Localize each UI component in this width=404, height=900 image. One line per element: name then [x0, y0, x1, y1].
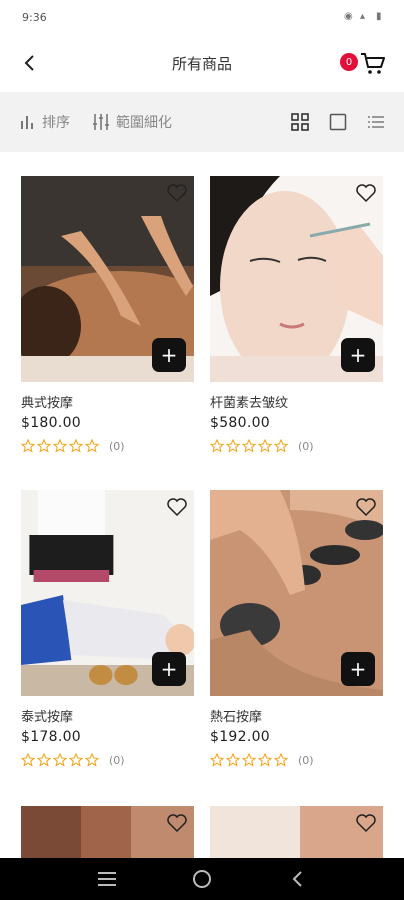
square-icon — [329, 113, 347, 131]
review-count: (0) — [109, 439, 125, 453]
product-rating: (0) — [210, 439, 383, 453]
page-title: 所有商品 — [171, 54, 232, 73]
star-outline-icon — [37, 753, 51, 767]
product-image[interactable]: + — [210, 490, 383, 696]
product-rating: (0) — [21, 753, 194, 767]
product-card[interactable]: + 熱石按摩 $192.00 (0) — [210, 490, 383, 767]
system-nav-bar — [0, 858, 404, 900]
star-outline-icon — [210, 753, 224, 767]
product-rating: (0) — [21, 439, 194, 453]
back-button[interactable] — [18, 50, 42, 76]
wifi-icon: ◉ — [344, 11, 353, 22]
heart-icon[interactable] — [166, 812, 188, 834]
cart-count-badge: 0 — [340, 53, 358, 71]
star-outline-icon — [21, 753, 35, 767]
battery-icon: ▮ — [376, 11, 382, 22]
star-outline-icon — [274, 439, 288, 453]
signal-icon: ▴ — [360, 11, 366, 22]
star-outline-icon — [274, 753, 288, 767]
list-icon — [368, 116, 384, 128]
product-name: 杆菌素去皱纹 — [210, 396, 289, 411]
add-to-cart-button[interactable]: + — [152, 652, 186, 686]
product-card[interactable] — [21, 806, 194, 858]
star-outline-icon — [242, 439, 256, 453]
product-image[interactable]: + — [21, 176, 194, 382]
heart-icon[interactable] — [355, 812, 377, 834]
heart-icon[interactable] — [355, 182, 377, 204]
star-outline-icon — [53, 439, 67, 453]
product-price: $178.00 — [21, 729, 81, 745]
star-outline-icon — [69, 753, 83, 767]
sort-label: 排序 — [42, 115, 70, 131]
star-outline-icon — [21, 439, 35, 453]
product-image[interactable]: + — [210, 176, 383, 382]
product-name: 泰式按摩 — [21, 710, 74, 725]
star-outline-icon — [210, 439, 224, 453]
filter-label: 範圍細化 — [116, 115, 172, 131]
product-image[interactable]: + — [21, 490, 194, 696]
app-header: 所有商品 0 — [0, 34, 404, 92]
add-to-cart-button[interactable]: + — [152, 338, 186, 372]
review-count: (0) — [109, 753, 125, 767]
sort-button[interactable]: 排序 — [18, 112, 70, 132]
home-circle-icon — [192, 870, 211, 888]
product-price: $192.00 — [210, 729, 270, 745]
sliders-icon — [93, 114, 109, 130]
star-outline-icon — [85, 439, 99, 453]
chevron-left-icon — [24, 55, 34, 71]
review-count: (0) — [298, 753, 314, 767]
product-name: 熱石按摩 — [210, 710, 263, 725]
review-count: (0) — [298, 439, 314, 453]
back-arrow-icon — [292, 871, 302, 887]
star-outline-icon — [258, 753, 272, 767]
product-card[interactable] — [210, 806, 383, 858]
product-rating: (0) — [210, 753, 383, 767]
star-outline-icon — [53, 753, 67, 767]
list-view-button[interactable] — [366, 112, 386, 132]
status-icons: ◉ ▴ ▮ — [344, 12, 386, 22]
grid-icon — [291, 113, 309, 131]
star-outline-icon — [226, 753, 240, 767]
star-outline-icon — [242, 753, 256, 767]
product-card[interactable]: + 泰式按摩 $178.00 (0) — [21, 490, 194, 767]
star-outline-icon — [226, 439, 240, 453]
cart-icon — [361, 53, 385, 74]
bar-chart-icon — [21, 116, 33, 129]
system-back-button[interactable] — [285, 867, 309, 891]
home-button[interactable] — [190, 867, 214, 891]
grid-view-button[interactable] — [290, 112, 310, 132]
product-image[interactable] — [210, 806, 383, 858]
star-outline-icon — [258, 439, 272, 453]
product-price: $580.00 — [210, 415, 270, 431]
product-price: $180.00 — [21, 415, 81, 431]
status-bar: 9:36 ◉ ▴ ▮ — [0, 0, 404, 34]
filter-button[interactable]: 範圍細化 — [92, 112, 172, 132]
menu-icon — [98, 872, 117, 886]
product-card[interactable]: + 杆菌素去皱纹 $580.00 (0) — [210, 176, 383, 453]
heart-icon[interactable] — [166, 182, 188, 204]
product-image[interactable] — [21, 806, 194, 858]
heart-icon[interactable] — [166, 496, 188, 518]
filter-toolbar: 排序 範圍細化 — [0, 92, 404, 152]
product-card[interactable]: + 典式按摩 $180.00 (0) — [21, 176, 194, 453]
cart-button[interactable]: 0 — [336, 48, 386, 78]
add-to-cart-button[interactable]: + — [341, 338, 375, 372]
status-time: 9:36 — [22, 10, 47, 24]
add-to-cart-button[interactable]: + — [341, 652, 375, 686]
star-outline-icon — [37, 439, 51, 453]
single-view-button[interactable] — [328, 112, 348, 132]
star-outline-icon — [69, 439, 83, 453]
menu-button[interactable] — [95, 867, 119, 891]
view-toggles — [290, 112, 386, 132]
product-name: 典式按摩 — [21, 396, 74, 411]
heart-icon[interactable] — [355, 496, 377, 518]
star-outline-icon — [85, 753, 99, 767]
